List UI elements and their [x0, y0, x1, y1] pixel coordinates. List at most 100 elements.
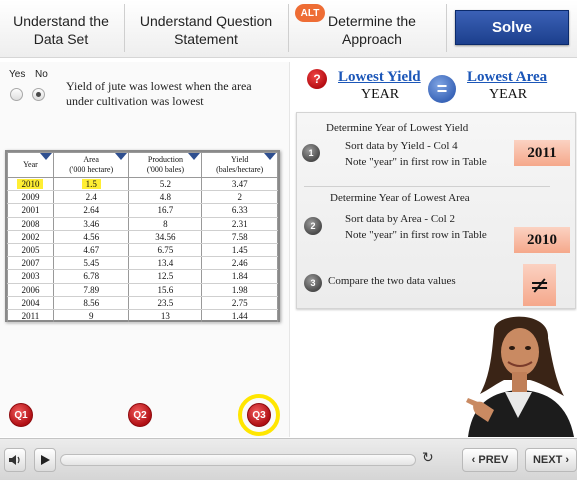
step1-answer: 2011 [514, 140, 570, 166]
sort-arrow-icon[interactable] [39, 153, 52, 160]
step2-title: Determine Year of Lowest Area [330, 192, 470, 204]
step-number-2-icon: 2 [304, 217, 322, 235]
table-cell: 6.75 [128, 243, 203, 258]
table-cell: 12.5 [128, 269, 203, 284]
play-button[interactable] [34, 448, 56, 472]
yes-no-labels: Yes No [9, 69, 61, 80]
step1-line1: Sort data by Yield - Col 4 [345, 140, 458, 152]
table-row: 2010 1.5 5.2 3.47 [7, 177, 278, 192]
step-number-3-icon: 3 [304, 274, 322, 292]
step1-line2: Note "year" in first row in Table [345, 156, 487, 168]
step1-title: Determine Year of Lowest Yield [326, 122, 469, 134]
no-radio[interactable] [32, 88, 45, 101]
table-cell: 4.56 [52, 230, 130, 244]
column-header-area[interactable]: Area ('000 hectare) [52, 152, 130, 178]
next-button[interactable]: NEXT › [525, 448, 577, 472]
table-cell: 13 [128, 309, 203, 324]
table-row: 2004 8.56 23.5 2.75 [7, 296, 278, 310]
question-button-q1[interactable]: Q1 [9, 403, 33, 427]
column-header-year[interactable]: Year [7, 152, 54, 178]
data-table: Year Area ('000 hectare) Production ('00… [5, 150, 280, 324]
tab-understand-question[interactable]: Understand Question Statement [128, 8, 284, 52]
step2-line2: Note "year" in first row in Table [345, 229, 487, 241]
table-cell: 2001 [7, 203, 54, 218]
yes-label: Yes [9, 69, 26, 80]
table-cell: 2.4 [52, 190, 130, 205]
progress-track[interactable] [60, 454, 416, 466]
column-header-yield[interactable]: Yield (bales/hectare) [201, 152, 278, 178]
tab-divider [446, 4, 447, 52]
prev-button[interactable]: ‹ PREV [462, 448, 518, 472]
table-cell: 1.84 [201, 269, 278, 284]
question-button-q2[interactable]: Q2 [128, 403, 152, 427]
presenter-image [460, 310, 577, 437]
table-cell: 2003 [7, 269, 54, 284]
table-cell: 9 [52, 309, 130, 324]
table-cell: 1.98 [201, 283, 278, 297]
question-button-q3[interactable]: Q3 [247, 403, 271, 427]
table-cell: 4.8 [128, 190, 203, 205]
table-row: 2006 7.89 15.6 1.98 [7, 283, 278, 297]
replay-icon[interactable]: ↻ [422, 450, 438, 468]
table-cell: 5.45 [52, 256, 130, 271]
table-header-row: Year Area ('000 hectare) Production ('00… [7, 152, 278, 178]
equals-icon: = [428, 75, 456, 103]
table-cell: 4.67 [52, 243, 130, 258]
table-cell: 2009 [7, 190, 54, 205]
table-row: 2003 6.78 12.5 1.84 [7, 269, 278, 284]
table-cell: 34.56 [128, 230, 203, 244]
tab-divider [124, 4, 125, 52]
table-cell: 3.46 [52, 217, 130, 231]
solve-button[interactable]: Solve [455, 10, 569, 45]
table-row: 2007 5.45 13.4 2.46 [7, 256, 278, 271]
table-cell: 2 [201, 190, 278, 205]
table-row: 2008 3.46 8 2.31 [7, 217, 278, 231]
speaker-icon [9, 455, 20, 465]
step2-line1: Sort data by Area - Col 2 [345, 213, 455, 225]
table-cell: 2007 [7, 256, 54, 271]
table-cell: 6.33 [201, 203, 278, 218]
step2-answer: 2010 [514, 227, 570, 253]
tab-divider [288, 4, 289, 52]
statement-text: Yield of jute was lowest when the area u… [66, 79, 252, 108]
table-cell: 1.45 [201, 243, 278, 258]
sort-arrow-icon[interactable] [188, 153, 201, 160]
volume-button[interactable] [4, 448, 26, 472]
step-number-1-icon: 1 [302, 144, 320, 162]
step-divider [304, 186, 550, 187]
table-cell: 3.47 [201, 177, 278, 192]
table-cell: 2002 [7, 230, 54, 244]
table-row: 2011 9 13 1.44 [7, 309, 278, 324]
table-cell: 2.75 [201, 296, 278, 310]
table-cell: 16.7 [128, 203, 203, 218]
table-cell: 1.44 [201, 309, 278, 324]
sort-arrow-icon[interactable] [264, 153, 276, 160]
no-label: No [35, 69, 48, 80]
table-row: 2001 2.64 16.7 6.33 [7, 203, 278, 218]
lowest-yield-sub: YEAR [361, 87, 400, 102]
play-icon [40, 455, 50, 465]
table-cell: 8 [128, 217, 203, 231]
table-cell: 2008 [7, 217, 54, 231]
presenter-figure [466, 316, 574, 437]
table-cell: 2010 [7, 177, 54, 192]
table-cell: 7.89 [52, 283, 130, 297]
sort-arrow-icon[interactable] [115, 153, 128, 160]
tab-understand-data-set[interactable]: Understand the Data Set [0, 8, 122, 52]
table-cell: 2.31 [201, 217, 278, 231]
table-cell: 2004 [7, 296, 54, 310]
table-cell: 8.56 [52, 296, 130, 310]
lowest-area-link[interactable]: Lowest Area [467, 69, 547, 86]
lowest-area-sub: YEAR [489, 87, 528, 102]
table-cell: 1.5 [52, 177, 130, 192]
lowest-yield-link[interactable]: Lowest Yield [338, 69, 421, 86]
question-mark-icon: ? [307, 69, 327, 89]
table-cell: 2.64 [52, 203, 130, 218]
column-header-production[interactable]: Production ('000 bales) [128, 152, 203, 178]
step3-text: Compare the two data values [328, 275, 456, 287]
table-cell: 2006 [7, 283, 54, 297]
yes-radio[interactable] [10, 88, 23, 101]
table-cell: 15.6 [128, 283, 203, 297]
alt-badge[interactable]: ALT [295, 4, 325, 22]
table-cell: 13.4 [128, 256, 203, 271]
